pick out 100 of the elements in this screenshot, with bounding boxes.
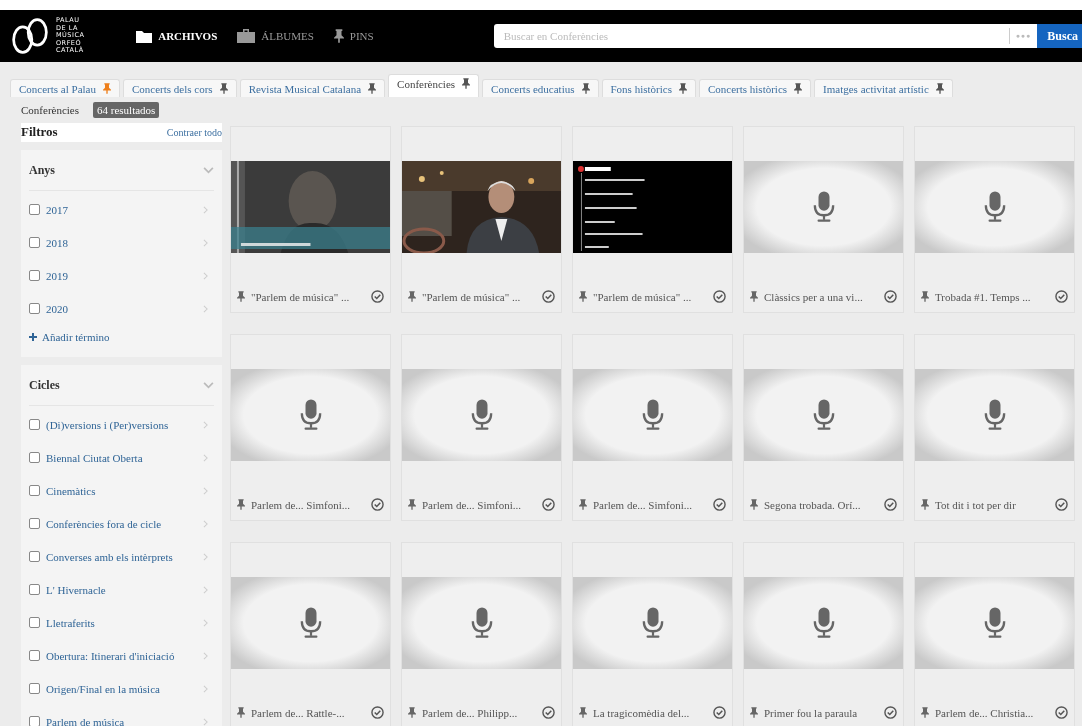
pin-icon[interactable] <box>935 83 944 94</box>
result-title[interactable]: Parlem de... Simfoni... <box>593 498 707 511</box>
pin-icon[interactable] <box>921 499 929 510</box>
result-title[interactable]: "Parlem de música" ... <box>422 290 536 303</box>
result-card[interactable]: "Parlem de música" ... <box>401 126 562 313</box>
pin-icon[interactable] <box>579 707 587 718</box>
filter-option[interactable]: (Di)versions i (Per)versions <box>46 418 203 431</box>
nav-link[interactable]: PINS <box>333 29 374 43</box>
result-title[interactable]: Parlem de... Simfoni... <box>251 498 365 511</box>
result-title[interactable]: Clàssics per a una vi... <box>764 290 878 303</box>
checkbox[interactable] <box>29 518 40 529</box>
pin-icon[interactable] <box>794 83 803 94</box>
check-circle-icon[interactable] <box>371 498 384 511</box>
tab[interactable]: Concerts educatius <box>482 79 599 97</box>
tab[interactable]: Imatges activitat artístic <box>814 79 953 97</box>
filter-option[interactable]: Conferències fora de cicle <box>46 517 203 530</box>
pin-icon[interactable] <box>678 83 687 94</box>
check-circle-icon[interactable] <box>1055 290 1068 303</box>
checkbox[interactable] <box>29 204 40 215</box>
result-title[interactable]: Parlem de... Rattle-... <box>251 706 365 719</box>
filter-option[interactable]: Biennal Ciutat Oberta <box>46 451 203 464</box>
filter-option[interactable]: 2017 <box>46 203 203 216</box>
pin-icon[interactable] <box>462 78 471 89</box>
checkbox[interactable] <box>29 584 40 595</box>
logo-icon[interactable] <box>10 16 50 56</box>
filter-option[interactable]: Lletraferits <box>46 616 203 629</box>
tab[interactable]: Revista Musical Catalana <box>239 79 386 97</box>
nav-link[interactable]: ÁLBUMES <box>237 29 314 43</box>
checkbox[interactable] <box>29 617 40 628</box>
pin-icon[interactable] <box>219 83 228 94</box>
pin-icon[interactable] <box>408 707 416 718</box>
checkbox[interactable] <box>29 452 40 463</box>
result-title[interactable]: Parlem de... Philipp... <box>422 706 536 719</box>
result-title[interactable]: Tot dit i tot per dir <box>935 498 1049 511</box>
filter-option[interactable]: 2020 <box>46 302 203 315</box>
result-card[interactable]: Primer fou la paraula <box>743 542 904 726</box>
check-circle-icon[interactable] <box>884 498 897 511</box>
search-button[interactable]: Busca <box>1037 24 1082 48</box>
filter-option[interactable]: Obertura: Itinerari d'iniciació <box>46 649 203 662</box>
result-title[interactable]: Trobada #1. Temps ... <box>935 290 1049 303</box>
checkbox[interactable] <box>29 237 40 248</box>
pin-icon[interactable] <box>921 291 929 302</box>
result-title[interactable]: "Parlem de música" ... <box>251 290 365 303</box>
tab[interactable]: Concerts històrics <box>698 79 812 97</box>
result-card[interactable]: Parlem de... Christia... <box>914 542 1075 726</box>
filter-option[interactable]: L' Hivernacle <box>46 583 203 596</box>
check-circle-icon[interactable] <box>371 290 384 303</box>
result-title[interactable]: "Parlem de música" ... <box>593 290 707 303</box>
check-circle-icon[interactable] <box>884 706 897 719</box>
check-circle-icon[interactable] <box>542 498 555 511</box>
result-card[interactable]: Parlem de... Simfoni... <box>572 334 733 521</box>
result-card[interactable]: "Parlem de música" ... <box>230 126 391 313</box>
filter-option[interactable]: Origen/Final en la música <box>46 682 203 695</box>
filter-option[interactable]: 2018 <box>46 236 203 249</box>
result-card[interactable]: Segona trobada. Orí... <box>743 334 904 521</box>
checkbox[interactable] <box>29 683 40 694</box>
result-title[interactable]: Parlem de... Christia... <box>935 706 1049 719</box>
check-circle-icon[interactable] <box>713 706 726 719</box>
pin-icon[interactable] <box>237 291 245 302</box>
checkbox[interactable] <box>29 650 40 661</box>
check-circle-icon[interactable] <box>542 706 555 719</box>
checkbox[interactable] <box>29 419 40 430</box>
result-title[interactable]: Segona trobada. Orí... <box>764 498 878 511</box>
pin-icon[interactable] <box>581 83 590 94</box>
result-card[interactable]: Parlem de... Simfoni... <box>401 334 562 521</box>
filter-option[interactable]: 2019 <box>46 269 203 282</box>
filter-option[interactable]: Cinemàtics <box>46 484 203 497</box>
pin-icon[interactable] <box>237 707 245 718</box>
check-circle-icon[interactable] <box>884 290 897 303</box>
filter-section-title[interactable]: Anys <box>29 162 55 178</box>
pin-icon[interactable] <box>237 499 245 510</box>
checkbox[interactable] <box>29 270 40 281</box>
result-card[interactable]: Parlem de... Rattle-... <box>230 542 391 726</box>
result-card[interactable]: Trobada #1. Temps ... <box>914 126 1075 313</box>
tab[interactable]: Conferències <box>388 74 480 97</box>
pin-icon[interactable] <box>750 499 758 510</box>
result-card[interactable]: La tragicomèdia del... <box>572 542 733 726</box>
checkbox[interactable] <box>29 551 40 562</box>
filter-section-title[interactable]: Cicles <box>29 377 60 393</box>
check-circle-icon[interactable] <box>1055 498 1068 511</box>
checkbox[interactable] <box>29 485 40 496</box>
check-circle-icon[interactable] <box>1055 706 1068 719</box>
result-card[interactable]: Tot dit i tot per dir <box>914 334 1075 521</box>
result-title[interactable]: La tragicomèdia del... <box>593 706 707 719</box>
collapse-all-link[interactable]: Contraer todo <box>166 127 222 138</box>
result-title[interactable]: Primer fou la paraula <box>764 706 878 719</box>
filter-option[interactable]: Parlem de música <box>46 715 203 726</box>
check-circle-icon[interactable] <box>713 290 726 303</box>
check-circle-icon[interactable] <box>713 498 726 511</box>
result-title[interactable]: Parlem de... Simfoni... <box>422 498 536 511</box>
tab[interactable]: Fons històrics <box>601 79 696 97</box>
checkbox[interactable] <box>29 303 40 314</box>
pin-icon[interactable] <box>408 499 416 510</box>
check-circle-icon[interactable] <box>542 290 555 303</box>
result-card[interactable]: "Parlem de música" ... <box>572 126 733 313</box>
pin-icon[interactable] <box>579 499 587 510</box>
pin-icon[interactable] <box>408 291 416 302</box>
pin-icon[interactable] <box>368 83 377 94</box>
check-circle-icon[interactable] <box>371 706 384 719</box>
result-card[interactable]: Parlem de... Simfoni... <box>230 334 391 521</box>
